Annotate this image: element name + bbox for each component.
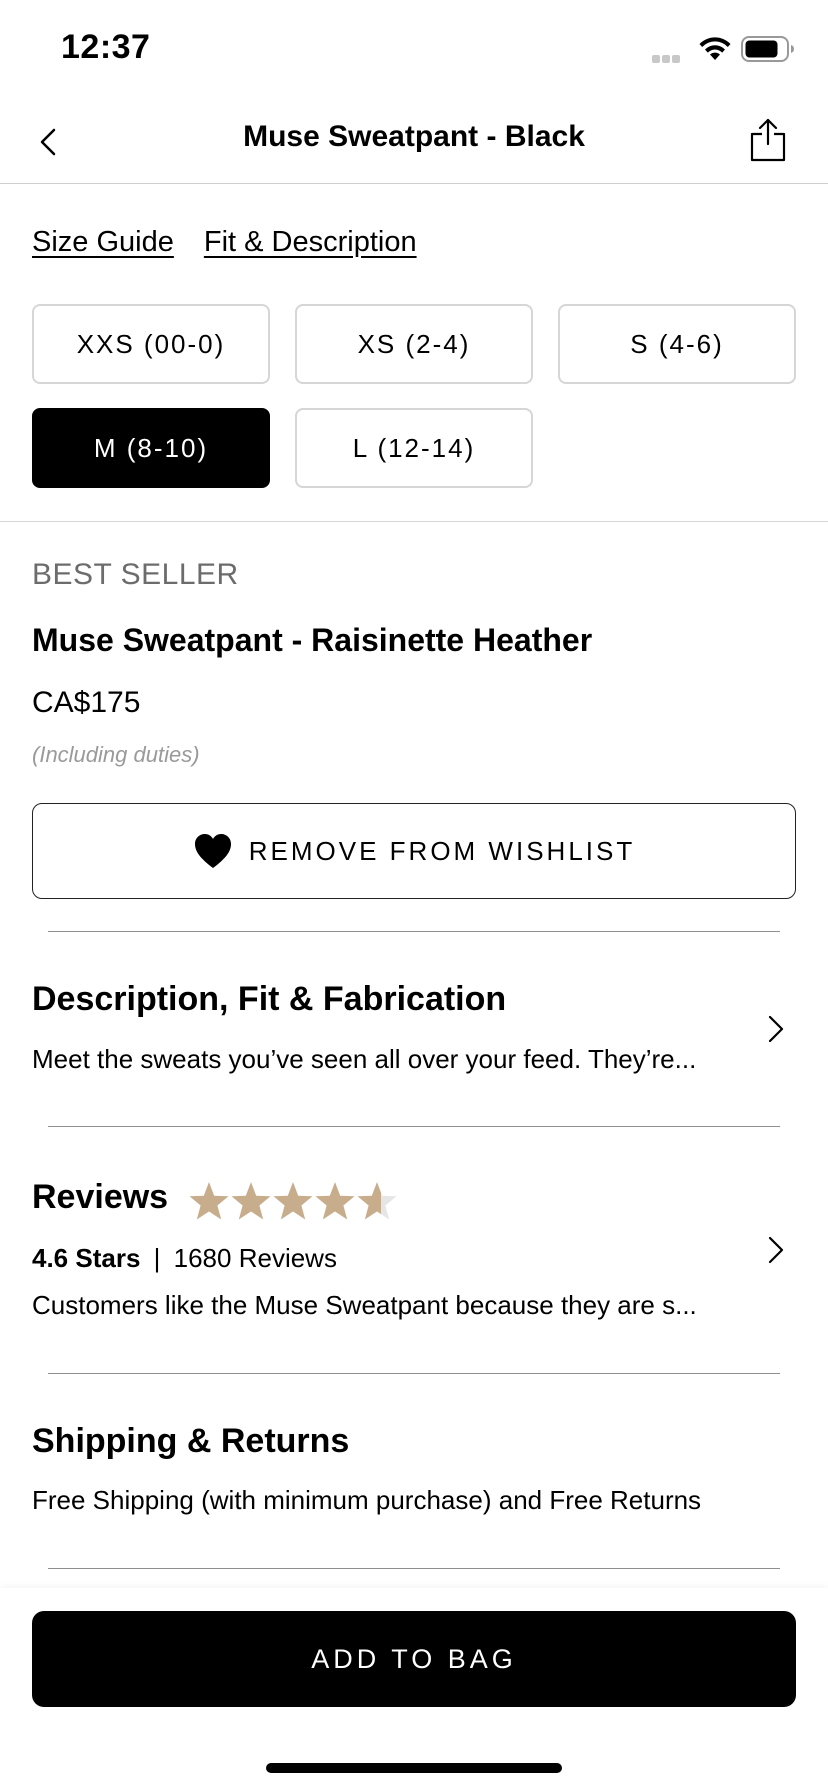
shipping-section[interactable]: Shipping & Returns	[32, 1422, 772, 1461]
size-guide-link[interactable]: Size Guide	[32, 226, 174, 258]
size-option-m[interactable]: M (8-10)	[32, 408, 270, 488]
size-option-s[interactable]: S (4-6)	[558, 304, 796, 384]
best-seller-badge: BEST SELLER	[32, 558, 239, 591]
product-name: Muse Sweatpant - Raisinette Heather	[32, 622, 593, 658]
chevron-right-icon[interactable]	[764, 1232, 788, 1268]
divider	[48, 1568, 780, 1569]
navigation-bar: Muse Sweatpant - Black	[0, 100, 828, 184]
size-option-l[interactable]: L (12-14)	[295, 408, 533, 488]
chevron-right-icon[interactable]	[764, 1011, 788, 1047]
separator: |	[153, 1243, 161, 1273]
wishlist-label: REMOVE FROM WISHLIST	[248, 835, 636, 866]
reviews-preview: Customers like the Muse Sweatpant becaus…	[32, 1290, 744, 1321]
size-links: Size Guide Fit & Description	[32, 226, 447, 259]
rating-stars	[188, 1180, 398, 1224]
divider	[48, 1126, 780, 1127]
size-option-xxs[interactable]: XXS (00-0)	[32, 304, 270, 384]
description-preview: Meet the sweats you’ve seen all over you…	[32, 1044, 744, 1075]
reviews-section[interactable]: Reviews	[32, 1178, 192, 1217]
heart-filled-icon	[194, 834, 231, 868]
wifi-icon	[699, 37, 731, 60]
add-to-bag-button[interactable]: ADD TO BAG	[32, 1611, 796, 1707]
product-price: CA$175	[32, 686, 141, 719]
description-title: Description, Fit & Fabrication	[32, 980, 507, 1018]
duties-note: (Including duties)	[32, 742, 200, 767]
cellular-signal-icon	[652, 50, 682, 63]
share-icon[interactable]	[748, 116, 788, 164]
review-count: 1680 Reviews	[173, 1243, 337, 1273]
reviews-text: Customers like the Muse Sweatpant becaus…	[32, 1290, 697, 1320]
home-indicator	[266, 1763, 562, 1773]
star-icon	[273, 1182, 313, 1220]
shipping-preview: Free Shipping (with minimum purchase) an…	[32, 1485, 772, 1516]
remove-from-wishlist-button[interactable]: REMOVE FROM WISHLIST	[32, 803, 796, 899]
divider	[0, 521, 828, 522]
divider	[48, 1373, 780, 1374]
back-chevron-icon[interactable]	[30, 120, 70, 164]
battery-icon	[741, 36, 794, 62]
reviews-title: Reviews	[32, 1178, 169, 1216]
description-text: Meet the sweats you’ve seen all over you…	[32, 1044, 697, 1074]
description-section[interactable]: Description, Fit & Fabrication	[32, 980, 772, 1019]
page-title: Muse Sweatpant - Black	[243, 120, 585, 153]
divider	[48, 931, 780, 932]
status-bar: 12:37	[0, 0, 828, 100]
shipping-title: Shipping & Returns	[32, 1422, 350, 1460]
star-icon	[231, 1182, 271, 1220]
fit-description-link[interactable]: Fit & Description	[204, 226, 417, 258]
shipping-text: Free Shipping (with minimum purchase) an…	[32, 1485, 702, 1515]
size-option-xs[interactable]: XS (2-4)	[295, 304, 533, 384]
rating-label: 4.6 Stars	[32, 1243, 141, 1273]
star-icon	[189, 1182, 229, 1220]
star-half-icon	[357, 1182, 397, 1220]
status-time: 12:37	[61, 28, 151, 66]
reviews-summary: 4.6 Stars | 1680 Reviews	[32, 1243, 772, 1274]
star-icon	[315, 1182, 355, 1220]
